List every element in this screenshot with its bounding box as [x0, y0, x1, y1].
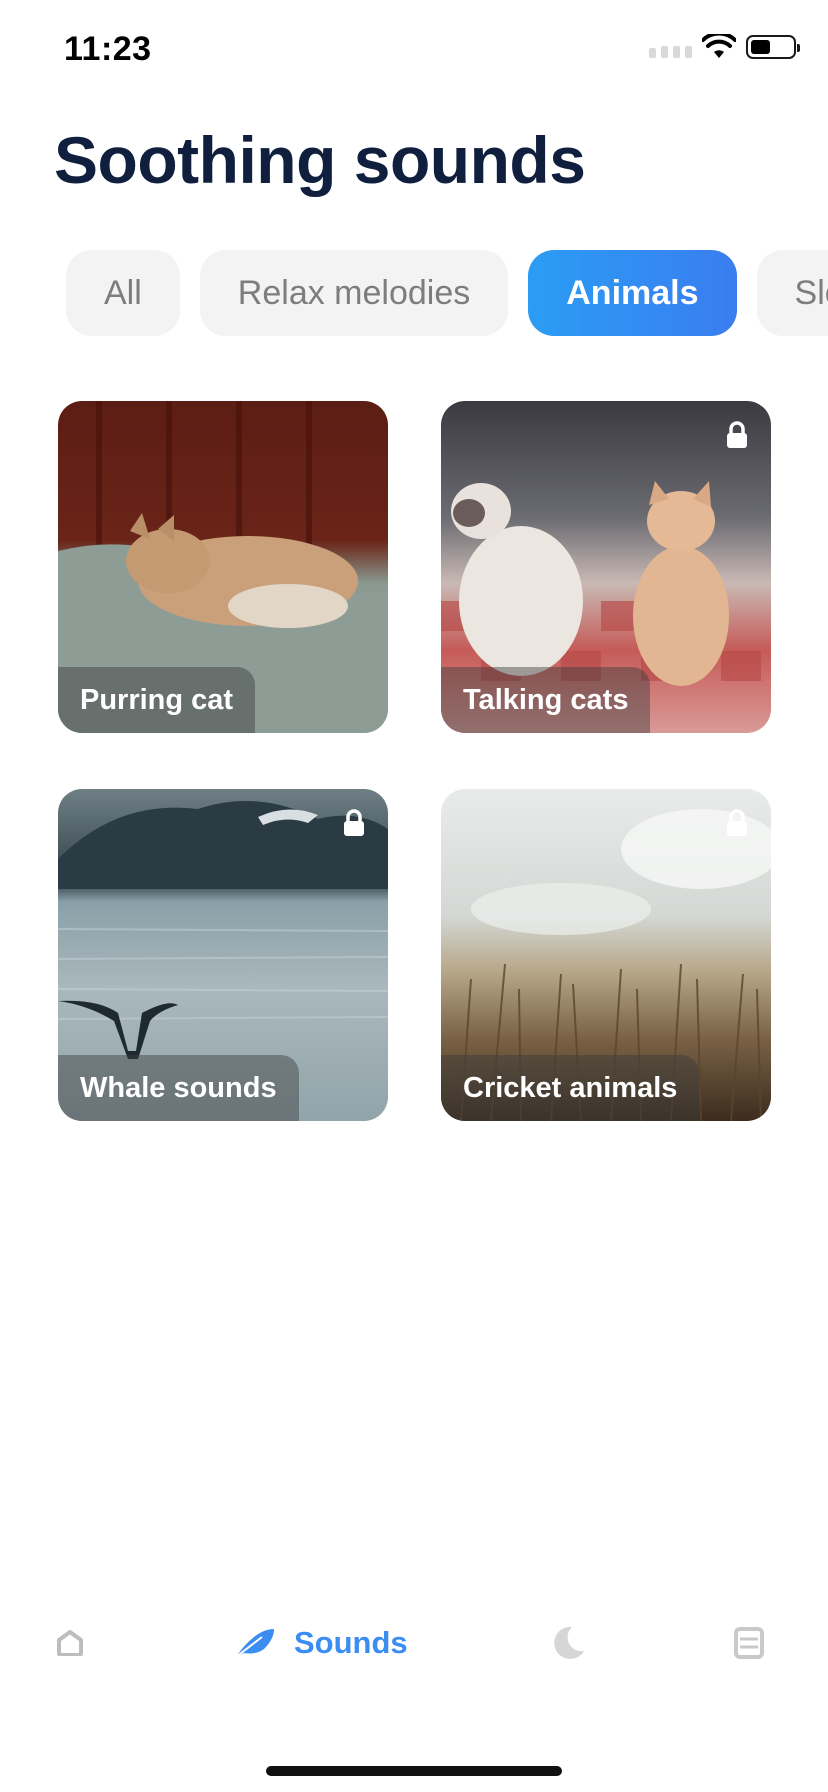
home-icon	[57, 1630, 83, 1656]
tab-sleep[interactable]	[550, 1598, 586, 1688]
sound-card-purring-cat[interactable]: Purring cat	[58, 401, 388, 733]
card-title: Talking cats	[441, 667, 651, 733]
home-indicator[interactable]	[266, 1766, 562, 1776]
tab-home[interactable]	[56, 1598, 84, 1688]
cellular-signal-icon	[649, 36, 692, 58]
page-title: Soothing sounds	[54, 123, 586, 197]
status-time: 11:23	[64, 30, 152, 68]
filter-chip-relax-melodies[interactable]: Relax melodies	[199, 250, 509, 336]
sound-card-talking-cats[interactable]: Talking cats	[441, 401, 771, 733]
filter-chip-all[interactable]: All	[66, 250, 180, 336]
sound-card-cricket-animals[interactable]: Cricket animals	[441, 789, 771, 1121]
feather-icon	[235, 1629, 274, 1658]
sound-card-whale-sounds[interactable]: Whale sounds	[58, 789, 388, 1121]
card-title: Purring cat	[58, 667, 256, 733]
tab-label: Sounds	[294, 1625, 408, 1660]
status-icons	[649, 34, 800, 60]
sound-cards-grid: Purring cat Talking cats Whale sounds Cr…	[58, 401, 771, 1121]
battery-icon	[746, 35, 800, 59]
moon-icon	[554, 1626, 584, 1659]
card-title: Whale sounds	[58, 1055, 299, 1121]
lock-icon	[727, 809, 747, 836]
filter-chip-animals[interactable]: Animals	[528, 250, 737, 336]
tab-sounds[interactable]: Sounds	[234, 1598, 408, 1688]
filter-chip-sleep[interactable]: Sle	[756, 250, 828, 336]
book-icon	[734, 1627, 764, 1659]
lock-icon	[727, 421, 747, 448]
card-title: Cricket animals	[441, 1055, 700, 1121]
category-filter-bar[interactable]: All Relax melodies Animals Sle	[66, 250, 828, 338]
wifi-icon	[702, 34, 736, 58]
tab-stories[interactable]	[734, 1598, 764, 1688]
status-bar: 11:23	[0, 0, 828, 100]
bottom-tab-bar: Sounds	[0, 1598, 828, 1688]
lock-icon	[344, 809, 364, 836]
